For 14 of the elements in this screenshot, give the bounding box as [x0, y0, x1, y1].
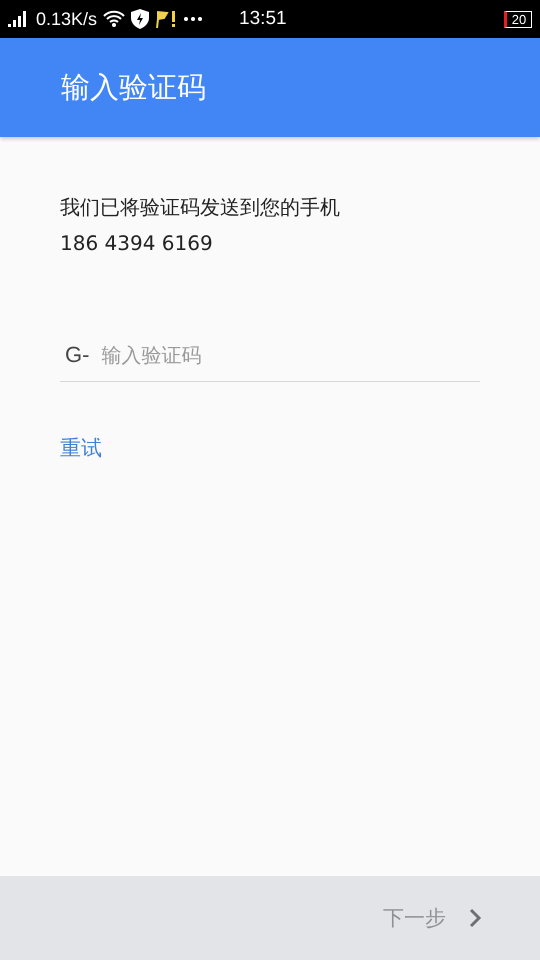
battery-indicator: 20: [504, 10, 532, 28]
phone-number: 186 4394 6169: [60, 230, 214, 257]
chevron-right-icon: [468, 908, 482, 928]
shield-icon: [131, 9, 150, 29]
code-prefix: G-: [64, 342, 90, 368]
page-title: 输入验证码: [61, 68, 206, 106]
network-speed: 0.13K/s: [36, 8, 98, 30]
more-icon: [183, 16, 204, 22]
flag-icon: [155, 10, 178, 28]
code-input-field[interactable]: 输入验证码: [99, 342, 480, 368]
retry-link[interactable]: 重试: [60, 434, 102, 462]
wifi-icon: [103, 10, 126, 28]
clock: 13:51: [239, 8, 287, 30]
message-text: 我们已将验证码发送到您的手机: [60, 194, 341, 221]
